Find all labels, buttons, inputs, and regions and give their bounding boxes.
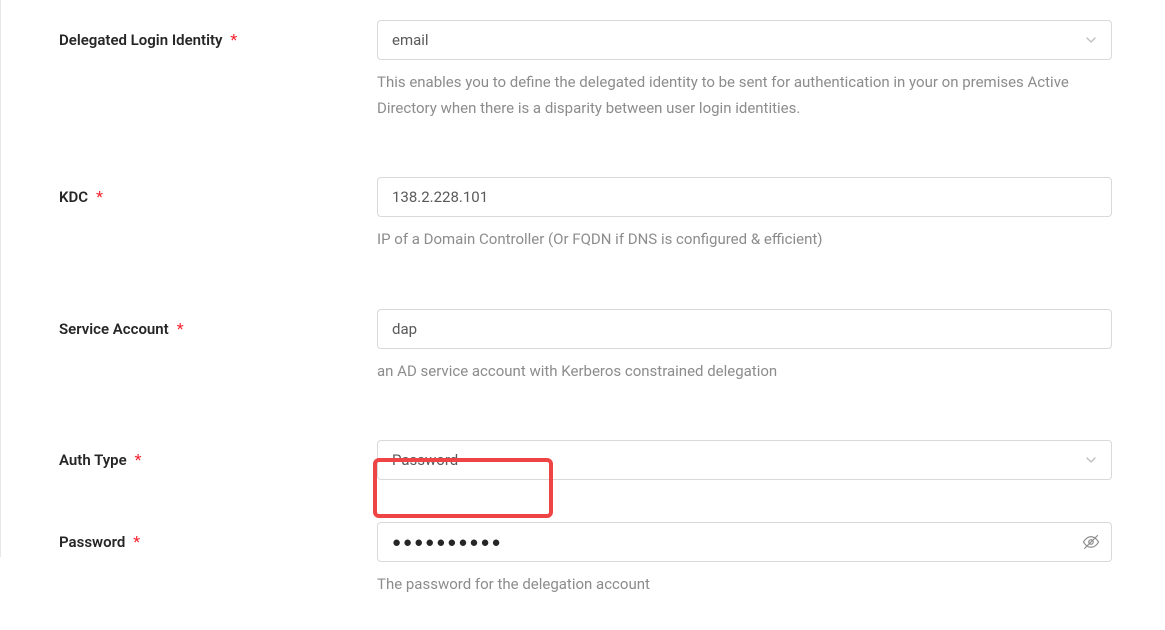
required-mark: * <box>177 319 184 338</box>
required-mark: * <box>230 30 237 49</box>
password-label: Password <box>59 533 125 551</box>
input-col: IP of a Domain Controller (Or FQDN if DN… <box>377 177 1112 253</box>
row-auth-type: Auth Type * Password <box>59 440 1125 480</box>
label-col: Password * <box>59 522 377 551</box>
row-service-account: Service Account * an AD service account … <box>59 309 1125 385</box>
input-col: The password for the delegation account <box>377 522 1112 598</box>
input-col: an AD service account with Kerberos cons… <box>377 309 1112 385</box>
delegated-identity-value: email <box>392 31 1085 49</box>
required-mark: * <box>96 187 103 206</box>
delegated-identity-select[interactable]: email <box>377 20 1112 60</box>
delegated-identity-label: Delegated Login Identity <box>59 31 222 49</box>
row-password: Password * The password for the delegati… <box>59 522 1125 598</box>
label-col: Delegated Login Identity * <box>59 20 377 49</box>
auth-type-select[interactable]: Password <box>377 440 1112 480</box>
auth-type-label: Auth Type <box>59 451 127 469</box>
password-wrapper <box>377 522 1112 562</box>
auth-type-value: Password <box>392 451 1085 469</box>
password-input[interactable] <box>377 522 1112 562</box>
chevron-down-icon <box>1085 34 1097 46</box>
kdc-help: IP of a Domain Controller (Or FQDN if DN… <box>377 227 1112 253</box>
delegated-identity-help: This enables you to define the delegated… <box>377 70 1112 121</box>
kdc-input[interactable] <box>377 177 1112 217</box>
kdc-label: KDC <box>59 188 88 206</box>
row-delegated-identity: Delegated Login Identity * email This en… <box>59 20 1125 121</box>
row-kdc: KDC * IP of a Domain Controller (Or FQDN… <box>59 177 1125 253</box>
label-col: KDC * <box>59 177 377 206</box>
chevron-down-icon <box>1085 454 1097 466</box>
service-account-input[interactable] <box>377 309 1112 349</box>
input-col: Password <box>377 440 1112 480</box>
label-col: Service Account * <box>59 309 377 338</box>
service-account-label: Service Account <box>59 320 169 338</box>
label-col: Auth Type * <box>59 440 377 469</box>
service-account-help: an AD service account with Kerberos cons… <box>377 359 1112 385</box>
input-col: email This enables you to define the del… <box>377 20 1112 121</box>
password-help: The password for the delegation account <box>377 572 1112 598</box>
eye-off-icon[interactable] <box>1082 533 1100 551</box>
required-mark: * <box>135 450 142 469</box>
form-container: Delegated Login Identity * email This en… <box>11 0 1165 630</box>
required-mark: * <box>133 532 140 551</box>
